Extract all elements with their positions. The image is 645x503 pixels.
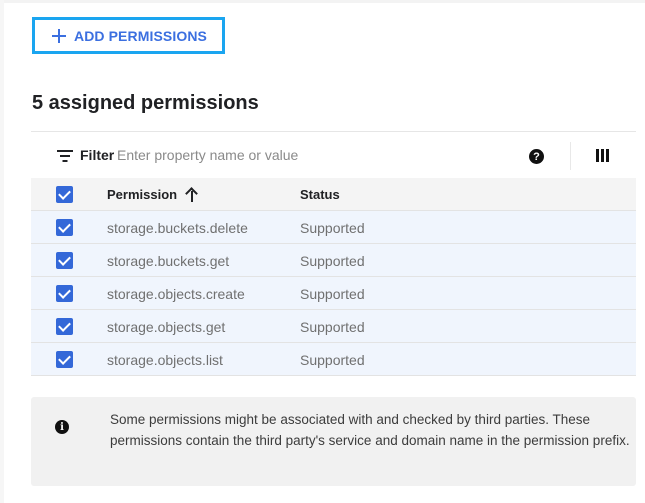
status-cell: Supported [300, 319, 365, 335]
table-row[interactable]: storage.objects.list Supported [31, 343, 636, 376]
permission-cell: storage.objects.list [107, 352, 223, 368]
toolbar-divider [570, 142, 571, 170]
row-checkbox[interactable] [56, 318, 73, 335]
filter-input[interactable] [117, 142, 417, 168]
sort-ascending-icon [186, 188, 198, 202]
table-row[interactable]: storage.buckets.delete Supported [31, 211, 636, 244]
column-display-icon[interactable] [596, 149, 610, 162]
table-row[interactable]: storage.objects.get Supported [31, 310, 636, 343]
frame-left-border [0, 0, 4, 503]
frame-top-border [0, 0, 645, 3]
row-checkbox[interactable] [56, 219, 73, 236]
section-title: 5 assigned permissions [32, 92, 259, 114]
help-icon[interactable]: ? [529, 149, 544, 164]
permission-cell: storage.objects.get [107, 319, 226, 335]
info-text: Some permissions might be associated wit… [110, 412, 630, 448]
permission-cell: storage.buckets.get [107, 253, 230, 269]
table-row[interactable]: storage.objects.create Supported [31, 277, 636, 310]
row-checkbox[interactable] [56, 351, 73, 368]
permissions-table: Filter ? Permission Status storage.bucke… [31, 131, 636, 376]
filter-icon [57, 150, 73, 162]
permission-cell: storage.buckets.delete [107, 220, 248, 236]
row-checkbox[interactable] [56, 252, 73, 269]
permission-cell: storage.objects.create [107, 286, 245, 302]
select-all-checkbox[interactable] [56, 186, 73, 203]
filter-bar: Filter ? [31, 131, 636, 178]
table-row[interactable]: storage.buckets.get Supported [31, 244, 636, 277]
column-header-permission-label: Permission [107, 187, 178, 202]
info-icon: i [55, 420, 69, 434]
table-header-row: Permission Status [31, 178, 636, 211]
row-checkbox[interactable] [56, 285, 73, 302]
status-cell: Supported [300, 220, 365, 236]
status-cell: Supported [300, 352, 365, 368]
plus-icon [52, 28, 66, 43]
column-header-status[interactable]: Status [300, 187, 340, 202]
add-permissions-button[interactable]: ADD PERMISSIONS [32, 17, 225, 54]
filter-label: Filter [80, 147, 115, 163]
status-cell: Supported [300, 286, 365, 302]
info-banner: i Some permissions might be associated w… [31, 397, 636, 486]
add-permissions-label: ADD PERMISSIONS [74, 27, 207, 44]
column-header-permission[interactable]: Permission [107, 187, 198, 202]
status-cell: Supported [300, 253, 365, 269]
